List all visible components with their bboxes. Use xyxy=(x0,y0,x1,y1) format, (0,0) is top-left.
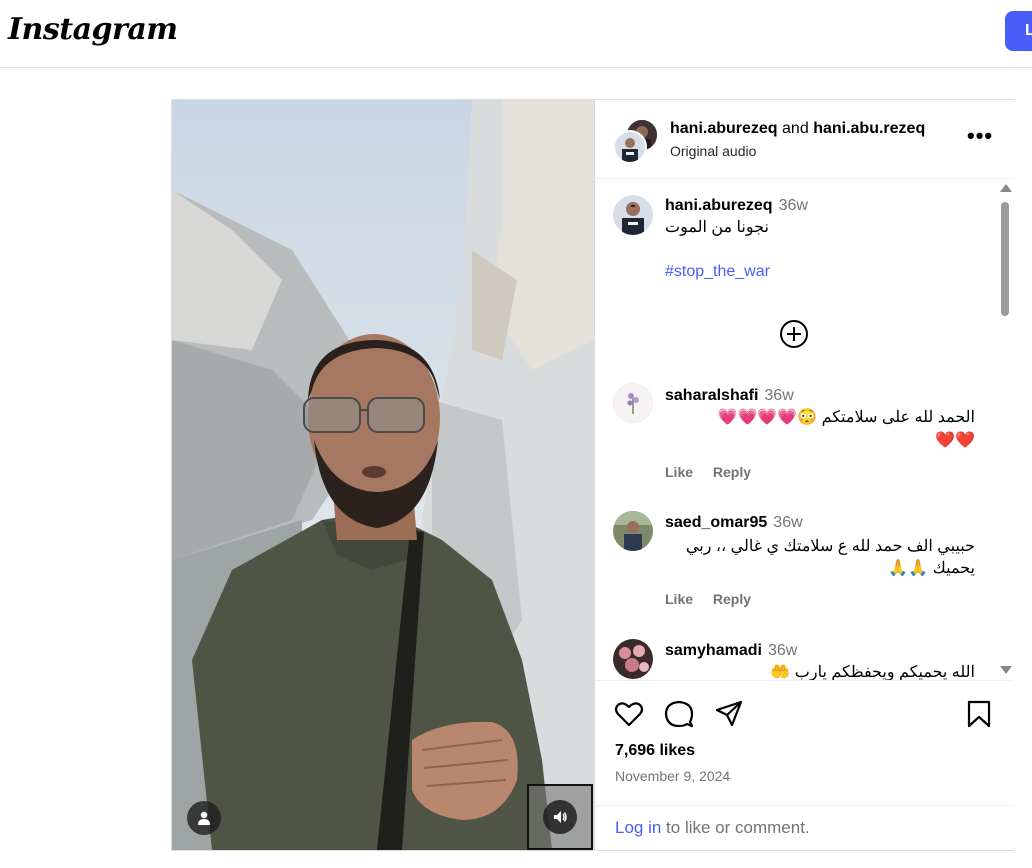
avatar[interactable] xyxy=(613,511,653,551)
avatar[interactable] xyxy=(613,383,653,423)
comment-time: 36w xyxy=(767,642,798,659)
comment-time: 36w xyxy=(778,197,808,214)
post-authors: hani.aburezeq and hani.abu.rezeq xyxy=(670,120,925,138)
comment-author[interactable]: samyhamadi 36w xyxy=(665,642,797,660)
comment-text-continued: ❤️❤️ xyxy=(935,432,975,449)
avatar xyxy=(613,130,647,164)
comment-time: 36w xyxy=(764,387,794,404)
post-date[interactable]: November 9, 2024 xyxy=(615,768,730,784)
comment-text-continued: يحميك 🙏🙏 xyxy=(888,560,975,577)
post-sidebar: hani.aburezeq and hani.abu.rezeq Origina… xyxy=(594,100,1014,850)
like-comment-button[interactable]: Like xyxy=(665,464,693,480)
comment-author[interactable]: saharalshafi 36w xyxy=(665,387,794,405)
like-count[interactable]: 7,696 likes xyxy=(615,742,695,760)
comment-author[interactable]: saed_omar95 36w xyxy=(665,514,803,532)
volume-icon xyxy=(554,811,567,823)
like-comment-button[interactable]: Like xyxy=(665,591,693,607)
person-icon xyxy=(198,811,210,825)
load-more-comments-button[interactable] xyxy=(779,319,809,349)
scroll-down-arrow-icon[interactable] xyxy=(1000,666,1012,674)
hashtag-link[interactable]: #stop_the_war xyxy=(665,263,770,281)
circle-plus-icon xyxy=(780,320,808,348)
caption-text: نجونا من الموت xyxy=(665,219,769,236)
post-video[interactable] xyxy=(172,100,594,850)
comments-scrollbar[interactable] xyxy=(997,184,1012,678)
top-navigation-bar: Instagram L xyxy=(0,0,1032,68)
comment-author[interactable]: hani.aburezeq 36w xyxy=(665,197,808,215)
login-prompt-text: to like or comment. xyxy=(661,818,810,837)
comment-actions: Like Reply xyxy=(665,464,767,480)
reply-button[interactable]: Reply xyxy=(713,464,751,480)
audio-label[interactable]: Original audio xyxy=(670,143,756,159)
instagram-logo[interactable]: Instagram xyxy=(8,12,178,47)
login-button[interactable]: L xyxy=(1005,11,1032,51)
avatar[interactable] xyxy=(613,195,653,235)
bookmark-icon[interactable] xyxy=(964,699,994,729)
comments-section[interactable]: hani.aburezeq 36w نجونا من الموت #stop_th… xyxy=(595,179,1014,680)
collaborator-username[interactable]: hani.abu.rezeq xyxy=(813,120,925,137)
more-options-icon[interactable]: ••• xyxy=(967,125,993,147)
comment-text: الحمد لله على سلامتكم 😳💗💗💗💗 xyxy=(717,409,975,426)
scroll-up-arrow-icon[interactable] xyxy=(1000,184,1012,192)
share-icon[interactable] xyxy=(714,699,744,729)
reply-button[interactable]: Reply xyxy=(713,591,751,607)
login-prompt: Log in to like or comment. xyxy=(615,818,810,838)
audio-toggle-button[interactable] xyxy=(527,784,593,850)
post-actions: 7,696 likes November 9, 2024 Log in to l… xyxy=(595,680,1014,851)
owner-username[interactable]: hani.aburezeq xyxy=(670,120,778,137)
collab-connector: and xyxy=(782,120,809,137)
comment-text: حبيبي الف حمد لله ع سلامتك ي غالي ،، ربي xyxy=(685,538,975,555)
tagged-users-button[interactable] xyxy=(187,801,221,835)
comment-icon[interactable] xyxy=(664,699,694,729)
avatar[interactable] xyxy=(613,639,653,679)
divider xyxy=(595,805,1014,806)
login-link[interactable]: Log in xyxy=(615,818,661,837)
scrollbar-thumb[interactable] xyxy=(1001,202,1009,316)
heart-icon[interactable] xyxy=(614,699,644,729)
comment-actions: Like Reply xyxy=(665,591,767,607)
comment-text: الله يحميكم ويحفظكم يارب 🤲 xyxy=(770,664,975,680)
collab-avatars[interactable] xyxy=(613,118,659,164)
post-header: hani.aburezeq and hani.abu.rezeq Origina… xyxy=(595,100,1014,179)
comment-time: 36w xyxy=(773,514,803,531)
